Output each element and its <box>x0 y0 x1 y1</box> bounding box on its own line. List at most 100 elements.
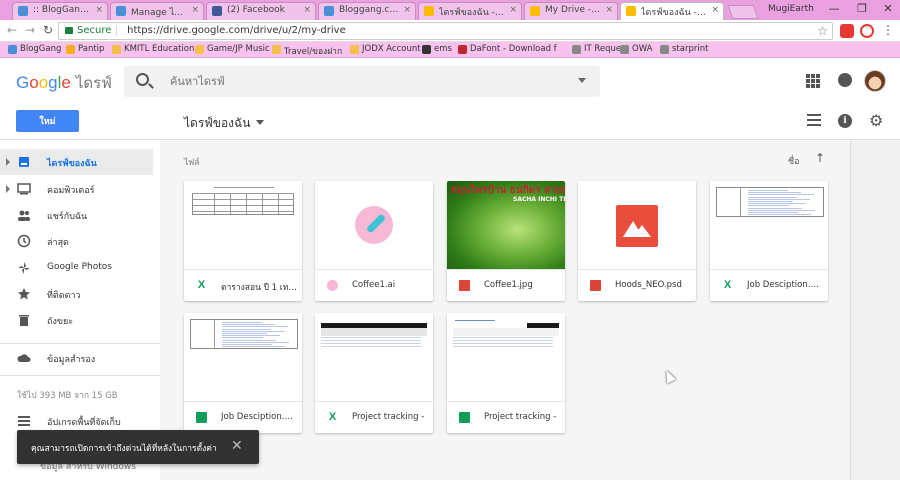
account-avatar[interactable] <box>864 70 886 92</box>
bookmark-item[interactable]: Pantip <box>66 44 104 54</box>
extension-icon[interactable] <box>840 24 854 38</box>
star-icon <box>18 288 30 300</box>
reload-icon[interactable]: ↻ <box>40 23 56 37</box>
tab-title: ไดรฟ์ของฉัน - Goo <box>641 8 707 18</box>
tab-close-icon[interactable]: × <box>303 5 311 15</box>
search-input[interactable] <box>170 72 570 90</box>
search-box[interactable] <box>124 66 600 97</box>
sidebar-item[interactable]: ที่ติดดาว <box>0 281 153 307</box>
apps-grid-icon[interactable] <box>806 74 820 88</box>
file-card[interactable]: สมุนไพรบ้าน ธนกิตร สายบัวSACHA INCHI TEA… <box>447 181 565 301</box>
tab-close-icon[interactable]: × <box>711 5 719 15</box>
tab-close-icon[interactable]: × <box>95 5 103 15</box>
sort-by-name[interactable]: ชื่อ <box>788 154 800 168</box>
file-card[interactable]: Coffee1.ai <box>315 181 433 301</box>
file-card[interactable]: Project tracking - <box>447 313 565 433</box>
file-card[interactable]: Job Desciption.xlsx <box>184 313 302 433</box>
sidebar-item[interactable]: ถังขยะ <box>0 307 153 333</box>
url-field[interactable]: Secure | https://drive.google.com/drive/… <box>58 22 833 40</box>
tab-close-icon[interactable]: × <box>605 5 613 15</box>
expand-arrow-icon[interactable] <box>6 158 10 166</box>
my-drive-menu[interactable]: ไดรฟ์ของฉัน <box>184 114 265 133</box>
expand-arrow-icon[interactable] <box>6 185 10 193</box>
google-drive-logo[interactable]: Google ไดรฟ์ <box>16 71 112 95</box>
sidebar-item[interactable]: คอมพิวเตอร์ <box>0 176 153 202</box>
new-button[interactable]: ใหม่ <box>16 110 79 132</box>
browser-tab[interactable]: (2) Facebook × <box>206 2 316 20</box>
image-file-icon <box>590 280 601 291</box>
list-view-icon[interactable] <box>807 114 821 128</box>
sidebar-item[interactable]: แชร์กับฉัน <box>0 202 153 228</box>
bookmark-item[interactable]: JODX Account <box>350 44 421 54</box>
bookmark-icon <box>66 45 75 54</box>
tab-close-icon[interactable]: × <box>509 5 517 15</box>
chevron-down-icon <box>256 120 265 125</box>
bookmark-icon <box>660 45 669 54</box>
bookmark-icon <box>195 45 204 54</box>
image-file-icon <box>459 280 470 291</box>
bookmark-item[interactable]: starprint <box>660 44 708 54</box>
tab-favicon-icon <box>116 6 126 16</box>
file-card[interactable]: X ตารางสอน ปี 1 เทอม <box>184 181 302 301</box>
sidebar-item-label: ถังขยะ <box>47 317 74 327</box>
file-thumbnail <box>447 313 565 402</box>
bookmark-icon <box>112 45 121 54</box>
file-card[interactable]: X Project tracking - <box>315 313 433 433</box>
search-icon[interactable] <box>136 73 149 86</box>
browser-tab[interactable]: Bloggang.com :: × <box>318 2 416 20</box>
drive-header: Google ไดรฟ์ <box>0 58 900 106</box>
sidebar-item-label: Google Photos <box>47 262 112 272</box>
sidebar-item[interactable]: ข้อมูลสำรอง <box>0 345 153 371</box>
forward-icon[interactable]: → <box>22 23 38 37</box>
bookmark-icon <box>272 45 281 54</box>
new-tab-button[interactable] <box>727 5 759 19</box>
sidebar-item[interactable]: ล่าสุด <box>0 228 153 254</box>
info-icon[interactable]: i <box>838 114 852 128</box>
sidebar-divider <box>0 343 160 344</box>
gear-icon[interactable]: ⚙ <box>869 111 883 130</box>
vertical-scrollbar[interactable] <box>850 140 900 480</box>
sidebar-item-label: ไดรฟ์ของฉัน <box>47 159 97 169</box>
sidebar-item[interactable]: Google Photos <box>0 255 153 281</box>
browser-tab[interactable]: My Drive - Google × <box>524 2 618 20</box>
search-options-dropdown-icon[interactable] <box>578 78 586 83</box>
bookmark-item[interactable]: DaFont - Download f <box>458 44 557 54</box>
bookmark-item[interactable]: ems <box>422 44 452 54</box>
bookmark-star-icon[interactable]: ☆ <box>817 23 828 39</box>
minimize-button[interactable]: — <box>822 2 846 15</box>
close-window-button[interactable]: ✕ <box>876 2 900 15</box>
sidebar-item-label: คอมพิวเตอร์ <box>47 186 95 196</box>
browser-tab[interactable]: ไดรฟ์ของฉัน - Goo × <box>620 2 724 20</box>
browser-tab[interactable]: :: BlogGang.com ::× <box>12 2 108 20</box>
file-thumbnail <box>184 313 302 402</box>
bookmark-item[interactable]: Game/JP Music <box>195 44 270 54</box>
bookmark-item[interactable]: Travel/ของฝาก <box>272 44 342 58</box>
secure-label: Secure <box>77 25 112 36</box>
snackbar-toast: คุณสามารถเปิดการเข้าถึงด่วนได้ที่หลังในก… <box>17 430 259 464</box>
clock-icon <box>17 234 31 248</box>
restore-button[interactable]: ❐ <box>850 2 874 15</box>
window-user-name: MugiEarth <box>768 4 814 14</box>
logo-letter: o <box>29 73 39 92</box>
page-title: ไดรฟ์ของฉัน <box>184 116 251 130</box>
notifications-icon[interactable] <box>838 73 852 87</box>
bookmark-item[interactable]: OWA <box>620 44 652 54</box>
browser-tab[interactable]: ไดรฟ์ของฉัน - Goo × <box>418 2 522 20</box>
storage-icon <box>18 416 30 426</box>
browser-tab[interactable]: Manage ไอเดียร์ ::× <box>110 2 204 20</box>
bookmark-item[interactable]: BlogGang <box>8 44 61 54</box>
file-card[interactable]: X Job Desciption.xlsx <box>710 181 828 301</box>
bookmark-label: JODX Account <box>362 44 421 54</box>
bookmark-label: DaFont - Download f <box>470 44 557 54</box>
menu-kebab-icon[interactable]: ⋮ <box>880 23 896 37</box>
file-card[interactable]: Hoods_NEO.psd <box>578 181 696 301</box>
tab-close-icon[interactable]: × <box>403 5 411 15</box>
file-name: ตารางสอน ปี 1 เทอม <box>221 283 297 293</box>
close-icon[interactable]: ✕ <box>231 438 243 454</box>
bookmark-item[interactable]: KMITL Education <box>112 44 194 54</box>
opera-icon[interactable] <box>860 24 874 38</box>
back-icon[interactable]: ← <box>4 23 20 37</box>
sort-direction-arrow-icon[interactable]: ↑ <box>815 151 825 165</box>
sidebar-item[interactable]: ไดรฟ์ของฉัน <box>0 149 153 175</box>
tab-close-icon[interactable]: × <box>191 5 199 15</box>
